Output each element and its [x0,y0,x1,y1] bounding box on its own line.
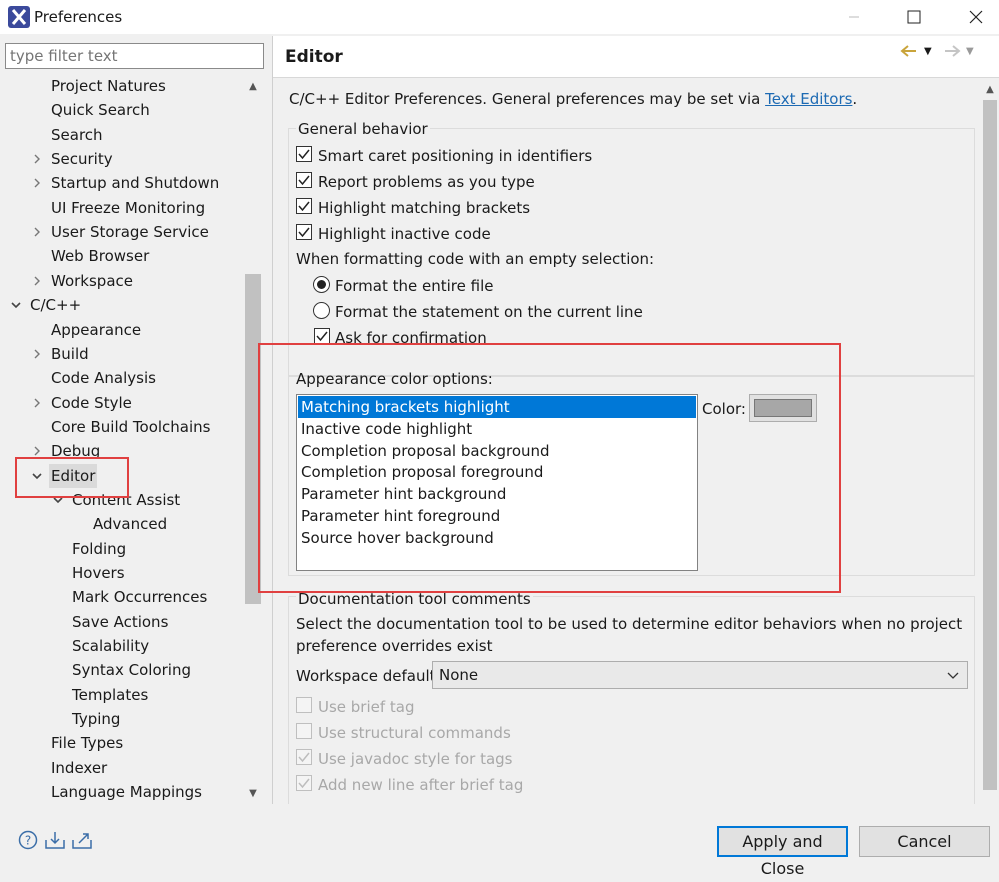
page-header [273,36,999,78]
tree-item-label: Code Style [51,393,132,412]
format-label: When formatting code with an empty selec… [296,250,655,268]
doc-checkbox-label: Use brief tag [318,698,415,716]
tree-scroll-down-icon[interactable]: ▼ [243,783,263,803]
editor-highlight-box [15,457,129,498]
tree-item-label: C/C++ [30,296,82,315]
tree-item-label: Language Mappings [51,783,202,802]
chevron-down-icon [947,666,959,686]
intro-text: C/C++ Editor Preferences. General prefer… [289,90,857,108]
tree-item-label: Save Actions [72,612,169,631]
page-scrollbar-thumb[interactable] [983,100,997,790]
doc-checkbox[interactable] [296,697,312,713]
ask-confirmation-checkbox[interactable] [314,328,330,344]
doc-checkbox[interactable] [296,775,312,791]
behavior-checkbox[interactable] [296,146,312,162]
text-editors-link[interactable]: Text Editors [765,90,852,108]
chevron-right-icon[interactable] [31,147,43,171]
chevron-right-icon[interactable] [31,171,43,195]
tree-item-label: Scalability [72,637,150,656]
tree-item-label: Advanced [93,515,168,534]
window-title: Preferences [34,8,123,26]
tree-item-label: Mark Occurrences [72,588,208,607]
preferences-tree: Project Natures Quick Search Search Securit… [0,74,262,804]
tree-item-label: User Storage Service [51,223,209,242]
behavior-checkbox[interactable] [296,198,312,214]
page-scroll-up-icon[interactable]: ▲ [981,80,999,98]
tree-item-label: Typing [72,710,121,729]
tree-item-label: UI Freeze Monitoring [51,198,206,217]
behavior-checkbox-label: Highlight inactive code [318,225,491,243]
tree-item-label: Startup and Shutdown [51,174,220,193]
forward-arrow-icon[interactable] [943,44,961,62]
cancel-button[interactable]: Cancel [859,826,990,857]
tree-item-label: Project Natures [51,77,166,95]
doc-checkbox[interactable] [296,723,312,739]
filter-input[interactable] [5,43,264,69]
tree-item-label: Web Browser [51,247,150,266]
eclipse-app-icon [8,6,30,28]
tree-item-label: Syntax Coloring [72,661,191,680]
button-bar [0,804,999,859]
back-menu-icon[interactable]: ▼ [924,46,932,57]
tree-item-label: Security [51,150,113,169]
intro-label: C/C++ Editor Preferences. General prefer… [289,90,761,108]
doc-checkbox[interactable] [296,749,312,765]
appearance-highlight-box [258,343,841,593]
doc-checkbox-label: Use structural commands [318,724,511,742]
import-icon[interactable] [44,830,66,854]
behavior-checkbox[interactable] [296,224,312,240]
tree-item-label: Folding [72,539,127,558]
format-radio-label: Format the entire file [335,277,494,295]
chevron-right-icon[interactable] [31,269,43,293]
workspace-default-label: Workspace default: [296,667,441,685]
behavior-checkbox-label: Report problems as you type [318,173,535,191]
close-button[interactable] [953,0,999,34]
chevron-down-icon[interactable] [10,293,22,317]
behavior-checkbox-label: Highlight matching brackets [318,199,531,217]
tree-scroll-up-icon[interactable]: ▲ [243,76,263,96]
tree-item-label: Workspace [51,271,133,290]
chevron-right-icon[interactable] [31,342,43,366]
general-behavior-label: General behavior [296,120,430,138]
tree-item-label: Build [51,344,89,363]
tree-item-label: Hovers [72,564,125,582]
apply-and-close-button[interactable]: Apply and Close [717,826,848,878]
tree-item-label: Code Analysis [51,369,156,388]
svg-text:?: ? [25,834,31,848]
doc-checkbox-label: Add new line after brief tag [318,776,524,794]
chevron-right-icon[interactable] [31,220,43,244]
tree-item-label: Indexer [51,758,108,777]
behavior-checkbox[interactable] [296,172,312,188]
workspace-default-select[interactable]: None [432,661,968,689]
tree-item-label: Quick Search [51,101,150,120]
tree-item-label: Templates [72,685,149,704]
tree-item-label: Core Build Toolchains [51,417,211,436]
tree-item-label: Search [51,125,103,144]
doc-checkbox-label: Use javadoc style for tags [318,750,513,768]
intro-end: . [852,90,858,108]
maximize-button[interactable] [891,0,937,34]
format-radio-label: Format the statement on the current line [335,303,643,321]
forward-menu-icon[interactable]: ▼ [966,46,974,57]
help-icon[interactable]: ? [18,830,38,854]
export-icon[interactable] [71,830,93,854]
format-radio[interactable] [313,302,330,319]
documentation-description-2: preference overrides exist [296,637,493,655]
page-title: Editor [285,47,343,67]
behavior-checkbox-label: Smart caret positioning in identifiers [318,147,593,165]
chevron-right-icon[interactable] [31,391,43,415]
minimize-button[interactable] [831,0,877,34]
tree-item-label: File Types [51,734,124,753]
tree-item-label: Appearance [51,320,142,339]
back-arrow-icon[interactable] [900,44,918,62]
documentation-description-1: Select the documentation tool to be used… [296,615,963,633]
workspace-default-value: None [439,666,479,684]
format-radio[interactable] [313,276,330,293]
